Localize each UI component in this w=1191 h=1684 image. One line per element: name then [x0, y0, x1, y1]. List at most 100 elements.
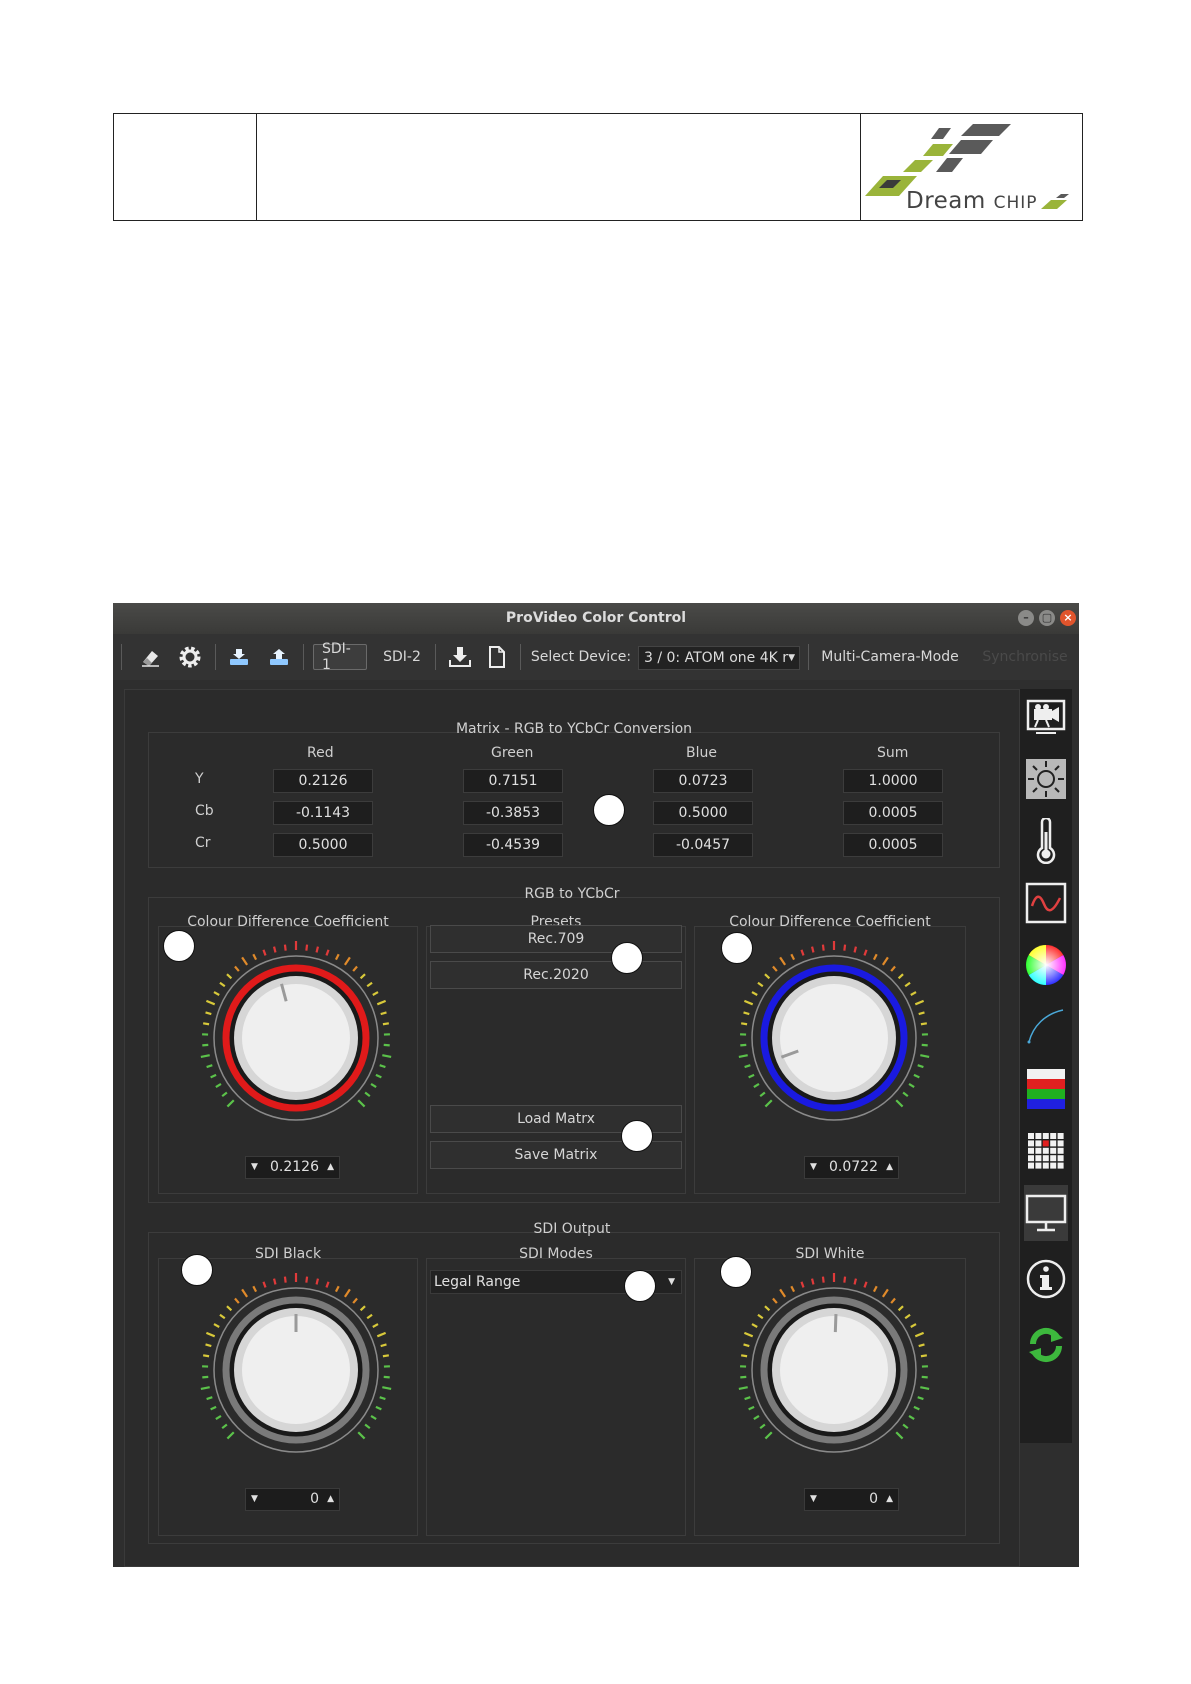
- callout-marker: [593, 794, 625, 826]
- dial-tick: [357, 1431, 366, 1440]
- dial-tick: [206, 1396, 213, 1401]
- right-coefficient-title: Colour Difference Coefficient: [729, 914, 931, 930]
- callout-marker: [624, 1270, 656, 1302]
- maximize-button[interactable]: ▢: [1039, 610, 1055, 626]
- multi-camera-mode-button[interactable]: Multi-Camera-Mode: [815, 634, 965, 680]
- sdi-white-spinbox[interactable]: ▼ 0 ▲: [804, 1488, 899, 1511]
- rgb-bars-icon: [1027, 1069, 1065, 1109]
- upload-device-button[interactable]: [265, 634, 293, 680]
- sidebar-refresh-button[interactable]: [1024, 1317, 1068, 1373]
- synchronise-button[interactable]: Synchronise: [975, 634, 1075, 680]
- toolbar-separator: [808, 644, 809, 670]
- column-header-green: Green: [491, 745, 534, 761]
- preset-rec709-button[interactable]: Rec.709: [430, 925, 682, 953]
- matrix-cell-cb-red[interactable]: -0.1143: [273, 801, 373, 825]
- sidebar-info-button[interactable]: [1024, 1251, 1068, 1307]
- dial-tick: [913, 1405, 920, 1411]
- dial-tick: [241, 956, 249, 966]
- callout-marker: [163, 930, 195, 962]
- matrix-cell-cr-blue[interactable]: -0.0457: [653, 833, 753, 857]
- left-coefficient-dial[interactable]: [198, 940, 394, 1136]
- dial-tick: [759, 1091, 766, 1098]
- settings-button[interactable]: [175, 634, 205, 680]
- dial-tick: [343, 1288, 351, 1298]
- sidebar-curve-button[interactable]: [1024, 999, 1068, 1055]
- matrix-cell-cb-green[interactable]: -0.3853: [463, 801, 563, 825]
- dial-tick: [226, 1305, 233, 1312]
- dial-tick: [325, 1281, 330, 1288]
- grid-cell: [1028, 1162, 1034, 1169]
- dial-tick: [757, 1313, 764, 1320]
- dial-tick: [821, 944, 825, 951]
- rgb-to-ycbcr-title: RGB to YCbCr: [524, 886, 620, 902]
- decrement-icon[interactable]: ▼: [251, 1489, 258, 1510]
- sdi-black-dial[interactable]: [198, 1272, 394, 1468]
- dial-tick: [262, 949, 267, 956]
- sdi1-button[interactable]: SDI-1: [313, 641, 367, 673]
- sidebar-grid-button[interactable]: [1024, 1123, 1068, 1179]
- refresh-icon: [1029, 1327, 1063, 1363]
- grid-cell: [1035, 1155, 1042, 1162]
- increment-icon[interactable]: ▲: [327, 1157, 334, 1178]
- increment-icon[interactable]: ▲: [886, 1489, 893, 1510]
- right-coefficient-spinbox[interactable]: ▼ 0.0722 ▲: [804, 1156, 899, 1179]
- sidebar-temperature-button[interactable]: [1024, 813, 1068, 869]
- dial-tick: [352, 965, 358, 972]
- dial-tick: [283, 944, 287, 951]
- dial-tick: [219, 1313, 226, 1320]
- sidebar-rgb-bars-button[interactable]: [1024, 1061, 1068, 1117]
- increment-icon[interactable]: ▲: [886, 1157, 893, 1178]
- dial-tick: [376, 999, 387, 1006]
- sidebar-waveform-button[interactable]: [1024, 875, 1068, 931]
- sidebar-monitor-button[interactable]: [1024, 1185, 1068, 1241]
- sdi-white-value: 0: [869, 1491, 878, 1507]
- matrix-cell-cr-red[interactable]: 0.5000: [273, 833, 373, 857]
- preset-rec2020-button[interactable]: Rec.2020: [430, 961, 682, 989]
- dial-tick: [283, 1276, 287, 1283]
- sdi-white-dial[interactable]: [736, 1272, 932, 1468]
- right-coefficient-dial[interactable]: [736, 940, 932, 1136]
- eraser-button[interactable]: [135, 634, 165, 680]
- sdi2-button[interactable]: SDI-2: [375, 634, 429, 680]
- decrement-icon[interactable]: ▼: [810, 1489, 817, 1510]
- download-device-button[interactable]: [225, 634, 253, 680]
- download-icon: [449, 647, 471, 667]
- grid-cell: [1057, 1147, 1064, 1154]
- matrix-cell-cb-blue[interactable]: 0.5000: [653, 801, 753, 825]
- dial-tick: [751, 991, 758, 996]
- dial-tick: [315, 1278, 320, 1285]
- matrix-cell-y-green[interactable]: 0.7151: [463, 769, 563, 793]
- dial-tick: [334, 953, 340, 961]
- sidebar-color-wheel-button[interactable]: [1024, 937, 1068, 993]
- brightness-icon: [1026, 759, 1066, 799]
- close-button[interactable]: ×: [1060, 610, 1076, 626]
- save-to-file-button[interactable]: [445, 634, 475, 680]
- dial-tick: [897, 973, 904, 980]
- dial-tick: [895, 1099, 904, 1108]
- increment-icon[interactable]: ▲: [327, 1489, 334, 1510]
- dial-tick: [738, 1054, 748, 1059]
- left-coefficient-spinbox[interactable]: ▼ 0.2126 ▲: [245, 1156, 340, 1179]
- dial-tick: [764, 973, 771, 980]
- left-coefficient-title: Colour Difference Coefficient: [187, 914, 389, 930]
- new-file-button[interactable]: [483, 634, 511, 680]
- grid-cell: [1042, 1133, 1049, 1139]
- dial-tick: [221, 1091, 228, 1098]
- sidebar-exposure-button[interactable]: [1024, 751, 1068, 807]
- decrement-icon[interactable]: ▼: [810, 1157, 817, 1178]
- toolbar-separator: [520, 644, 521, 670]
- matrix-cell-y-red[interactable]: 0.2126: [273, 769, 373, 793]
- grid-cell: [1057, 1140, 1064, 1147]
- decrement-icon[interactable]: ▼: [251, 1157, 258, 1178]
- minimize-button[interactable]: –: [1018, 610, 1034, 626]
- sdi-black-spinbox[interactable]: ▼ 0 ▲: [245, 1488, 340, 1511]
- column-header-blue: Blue: [686, 745, 717, 761]
- device-select[interactable]: 3 / 0: ATOM one 4K r ▼: [638, 646, 800, 670]
- sdi-modes-value: Legal Range: [434, 1274, 521, 1290]
- callout-marker: [621, 1120, 653, 1152]
- matrix-cell-y-blue[interactable]: 0.0723: [653, 769, 753, 793]
- row-label-cr: Cr: [195, 835, 211, 851]
- sidebar-camera-button[interactable]: [1024, 689, 1068, 745]
- matrix-cell-cr-green[interactable]: -0.4539: [463, 833, 563, 857]
- dial-tick: [908, 1415, 915, 1421]
